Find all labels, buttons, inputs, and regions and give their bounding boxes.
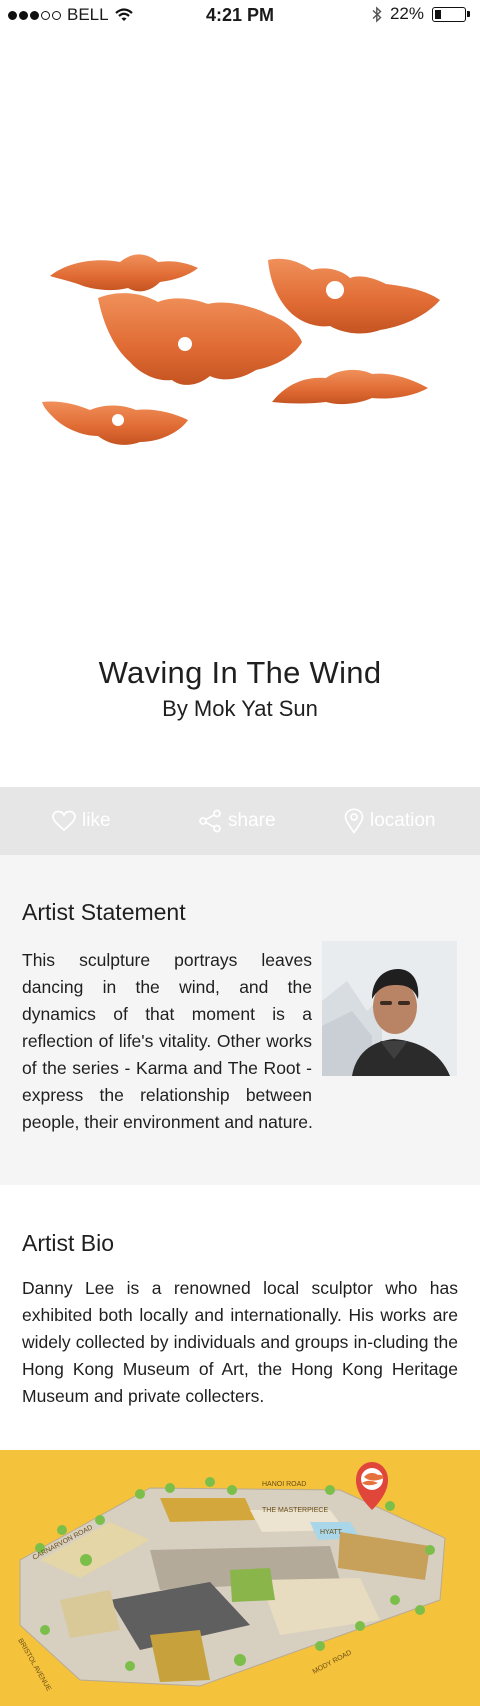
map-label-hanoi: HANOI ROAD [262,1481,306,1488]
battery-percent: 22% [389,4,424,23]
like-label: like [82,810,111,831]
map-label-masterpiece: THE MASTERPIECE [262,1507,328,1514]
like-button[interactable]: like [52,787,111,855]
leaf-shape [272,369,428,405]
leaf-shape [98,293,302,385]
artist-bio-section: Artist Bio Danny Lee is a renowned local… [0,1185,480,1450]
location-button[interactable]: location [344,787,436,855]
leaf-shape [268,258,440,334]
battery-icon [432,6,470,22]
action-bar: like share location [0,787,480,855]
share-label: share [228,810,276,831]
share-button[interactable]: share [198,787,276,855]
artist-byline: By Mok Yat Sun [162,696,318,721]
status-right: 22% [372,4,470,24]
battery-level [435,9,442,19]
artist-portrait [322,941,457,1076]
artist-bio-text: Danny Lee is a renowned local sculptor w… [22,1278,458,1406]
map-label-hyatt: HYATT [320,1529,343,1536]
leaf-shape [50,254,198,292]
status-bar: BELL 4:21 PM 22% [0,0,480,32]
share-icon [199,809,221,833]
sculpture-image [42,254,440,445]
artist-statement-heading: Artist Statement [22,899,186,925]
artist-statement-section: Artist Statement This sculpture portrays… [0,855,480,1185]
location-label: location [370,810,436,831]
bluetooth-icon [372,5,382,23]
location-pin-icon [344,808,364,834]
heart-icon [52,810,76,832]
artwork-title: Waving In The Wind [98,655,382,690]
location-map[interactable]: HANOI ROAD CARNARVON ROAD BRISTOL AVENUE… [0,1450,480,1706]
artist-bio-heading: Artist Bio [22,1230,115,1256]
